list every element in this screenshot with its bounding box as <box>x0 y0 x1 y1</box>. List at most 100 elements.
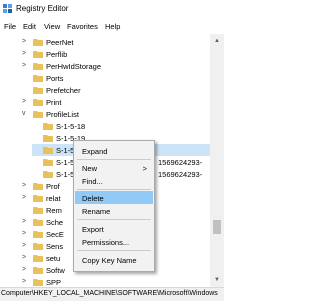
tree-item-perhwidstorage[interactable]: > PerHwIdStorage <box>22 60 210 72</box>
folder-icon <box>43 171 53 178</box>
status-bar: Computer\HKEY_LOCAL_MACHINE\SOFTWARE\Mic… <box>0 287 224 301</box>
folder-icon <box>33 195 43 202</box>
expand-chevron-icon[interactable]: > <box>22 265 30 275</box>
open-folder-icon <box>33 111 43 118</box>
context-new[interactable]: New > <box>75 161 153 174</box>
expand-chevron-icon <box>22 73 30 83</box>
context-delete[interactable]: Delete <box>75 191 153 204</box>
menu-edit[interactable]: Edit <box>23 22 36 31</box>
expand-chevron-icon[interactable]: > <box>22 97 30 107</box>
folder-icon <box>33 51 43 58</box>
context-permissions-label: Permissions... <box>82 238 130 247</box>
tree-item-label: SecE <box>46 230 64 239</box>
context-rename[interactable]: Rename <box>75 204 153 217</box>
expand-chevron-icon <box>22 205 30 215</box>
expand-chevron-icon[interactable]: > <box>22 181 30 191</box>
registry-editor-icon <box>3 4 12 13</box>
folder-icon <box>43 159 53 166</box>
context-export[interactable]: Export <box>75 222 153 235</box>
expand-chevron-icon[interactable]: > <box>22 229 30 239</box>
tree-item-spp[interactable]: > SPP <box>22 276 210 287</box>
folder-icon <box>33 87 43 94</box>
tree-item-profilelist[interactable]: v ProfileList <box>22 108 210 120</box>
tree-item-label: relat <box>46 194 61 203</box>
folder-icon <box>33 99 43 106</box>
tree-item-prefetcher[interactable]: Prefetcher <box>22 84 210 96</box>
context-expand-label: Expand <box>82 147 108 156</box>
tree-item-label: S-1-5-18 <box>56 122 86 131</box>
folder-icon <box>33 63 43 70</box>
tree-item-label: PeerNet <box>46 38 74 47</box>
expand-chevron-icon[interactable]: > <box>22 37 30 47</box>
expand-chevron-icon[interactable]: > <box>22 241 30 251</box>
tree-item-label: setu <box>46 254 61 263</box>
menu-help[interactable]: Help <box>105 22 120 31</box>
context-new-label: New <box>82 164 98 173</box>
scroll-down-icon[interactable]: ▼ <box>213 276 221 284</box>
folder-icon <box>43 123 53 130</box>
folder-icon <box>33 39 43 46</box>
expand-chevron-icon[interactable]: > <box>22 49 30 59</box>
folder-icon <box>33 219 43 226</box>
expand-chevron-icon <box>22 85 30 95</box>
tree-item-label: Prof <box>46 182 60 191</box>
tree-item-s-1-5-18[interactable]: S-1-5-18 <box>32 120 210 132</box>
tree-item-label: Rem <box>46 206 62 215</box>
folder-icon <box>33 267 43 274</box>
collapse-chevron-icon[interactable]: v <box>22 109 30 119</box>
title-bar: Registry Editor <box>0 0 224 18</box>
menu-file[interactable]: File <box>4 22 16 31</box>
context-export-label: Export <box>82 225 104 234</box>
folder-icon <box>33 75 43 82</box>
expand-chevron-icon[interactable]: > <box>22 253 30 263</box>
folder-icon <box>33 183 43 190</box>
menu-bar: File Edit View Favorites Help <box>0 20 224 32</box>
tree-item-label: Prefetcher <box>46 86 81 95</box>
context-find[interactable]: Find... <box>75 174 153 187</box>
tree-item-print[interactable]: > Print <box>22 96 210 108</box>
expand-chevron-icon[interactable]: > <box>22 61 30 71</box>
menu-favorites[interactable]: Favorites <box>67 22 98 31</box>
context-find-label: Find... <box>82 177 103 186</box>
context-menu: Expand New > Find... Delete Rename Expor… <box>73 140 155 272</box>
expand-chevron-icon[interactable]: > <box>22 277 30 287</box>
context-copy-key-name[interactable]: Copy Key Name <box>75 253 153 266</box>
expand-chevron-icon[interactable]: > <box>22 193 30 203</box>
context-separator <box>77 159 151 160</box>
context-separator <box>77 189 151 190</box>
tree-item-perflib[interactable]: > Perflib <box>22 48 210 60</box>
submenu-arrow-icon: > <box>142 164 147 173</box>
tree-item-label: Sens <box>46 242 64 251</box>
context-delete-label: Delete <box>82 194 104 203</box>
tree-item-ports[interactable]: Ports <box>22 72 210 84</box>
menu-view[interactable]: View <box>44 22 60 31</box>
window-title: Registry Editor <box>16 4 69 13</box>
folder-icon <box>33 243 43 250</box>
folder-icon <box>33 207 43 214</box>
tree-item-label: Print <box>46 98 62 107</box>
context-rename-label: Rename <box>82 207 111 216</box>
context-permissions[interactable]: Permissions... <box>75 235 153 248</box>
expand-chevron-icon[interactable]: > <box>22 217 30 227</box>
tree-item-label: Ports <box>46 74 64 83</box>
scroll-up-icon[interactable]: ▲ <box>213 37 221 45</box>
context-separator <box>77 219 151 220</box>
status-path: Computer\HKEY_LOCAL_MACHINE\SOFTWARE\Mic… <box>1 290 218 297</box>
tree-item-label: Perflib <box>46 50 68 59</box>
context-expand[interactable]: Expand <box>75 144 153 157</box>
tree-item-label: PerHwIdStorage <box>46 62 102 71</box>
tree-item-label: ProfileList <box>46 110 79 119</box>
folder-icon <box>33 255 43 262</box>
folder-icon <box>43 147 53 154</box>
folder-icon <box>43 135 53 142</box>
tree-item-label: SPP <box>46 278 62 287</box>
tree-item-peernet[interactable]: > PeerNet <box>22 36 210 48</box>
context-separator <box>77 250 151 251</box>
vertical-scrollbar[interactable]: ▲ ▼ <box>210 34 224 287</box>
sid-suffix: 1569624293- <box>158 158 203 167</box>
tree-item-label: Softw <box>46 266 65 275</box>
folder-icon <box>33 231 43 238</box>
tree-item-label: Sche <box>46 218 64 227</box>
context-copy-key-name-label: Copy Key Name <box>82 256 137 265</box>
scrollbar-thumb[interactable] <box>213 220 221 234</box>
